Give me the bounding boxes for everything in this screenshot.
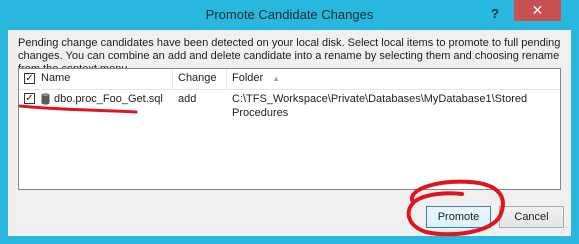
resize-grip-icon[interactable]: ⋰: [560, 226, 568, 234]
close-button[interactable]: ✕: [514, 0, 561, 21]
row-checkbox[interactable]: ✓: [24, 93, 35, 104]
table-row[interactable]: ✓ dbo.proc_Foo_Get.sql add C:\TFS_Worksp…: [19, 90, 560, 119]
promote-candidate-changes-dialog: Promote Candidate Changes ? ✕ Pending ch…: [0, 0, 579, 244]
cancel-button[interactable]: Cancel: [499, 206, 564, 228]
database-file-icon: [41, 93, 50, 105]
dialog-body: Pending change candidates have been dete…: [8, 30, 571, 236]
column-header-folder[interactable]: Folder ▲: [227, 69, 560, 89]
select-all-checkbox[interactable]: ✓: [24, 73, 35, 84]
list-header: ✓ Name Change Folder ▲: [19, 69, 560, 90]
column-header-change[interactable]: Change: [173, 69, 227, 89]
column-header-name[interactable]: ✓ Name: [19, 69, 173, 89]
help-button[interactable]: ?: [487, 6, 503, 22]
close-icon: ✕: [531, 2, 544, 18]
candidate-list[interactable]: ✓ Name Change Folder ▲ ✓ dbo.proc_Foo_Ge…: [18, 68, 561, 190]
sort-ascending-icon: ▲: [272, 74, 281, 83]
promote-button[interactable]: Promote: [426, 206, 491, 228]
file-name: dbo.proc_Foo_Get.sql: [54, 93, 163, 105]
title-bar[interactable]: Promote Candidate Changes ? ✕: [0, 0, 579, 30]
cell-change: add: [178, 93, 197, 105]
cell-folder: C:\TFS_Workspace\Private\Databases\MyDat…: [232, 93, 528, 119]
